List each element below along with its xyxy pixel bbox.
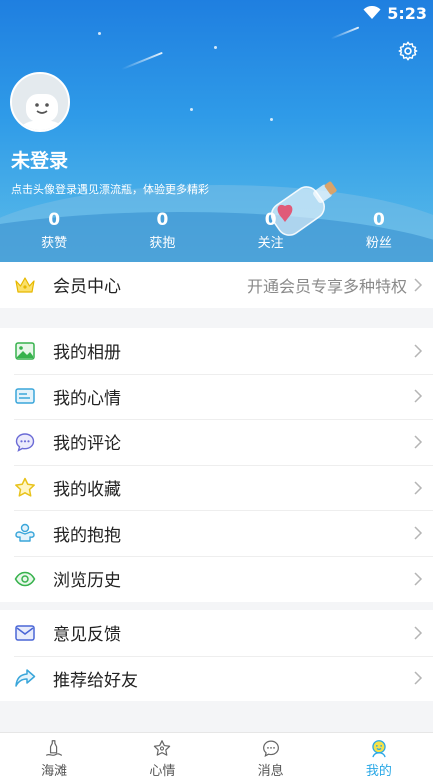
stat-label: 粉丝 bbox=[365, 236, 392, 251]
menu-item-feedback[interactable]: 意见反馈 bbox=[0, 610, 433, 656]
menu-group-personal: 我的相册 我的心情 我的评论 我的收藏 我的抱抱 浏览历史 bbox=[0, 328, 433, 602]
mail-icon bbox=[14, 622, 36, 644]
menu-item-favorites[interactable]: 我的收藏 bbox=[0, 464, 433, 511]
comment-bubble-icon bbox=[14, 431, 36, 453]
menu-item-label: 我的相册 bbox=[53, 343, 121, 364]
tab-mine[interactable]: 我的 bbox=[325, 733, 433, 779]
message-icon bbox=[262, 740, 279, 757]
chevron-right-icon bbox=[414, 344, 423, 358]
tab-label: 我的 bbox=[365, 764, 392, 779]
chevron-right-icon bbox=[414, 278, 423, 292]
stat-count: 0 bbox=[264, 210, 277, 230]
stat-label: 获抱 bbox=[149, 236, 176, 251]
menu-item-recommend[interactable]: 推荐给好友 bbox=[0, 655, 433, 702]
mood-star-icon bbox=[154, 740, 171, 756]
decor-star bbox=[98, 32, 101, 35]
tab-label: 消息 bbox=[257, 764, 284, 779]
eye-icon bbox=[14, 568, 36, 590]
menu-item-album[interactable]: 我的相册 bbox=[0, 328, 433, 374]
stat-following[interactable]: 0 关注 bbox=[217, 210, 325, 251]
chevron-right-icon bbox=[414, 572, 423, 586]
default-avatar-icon bbox=[12, 74, 68, 130]
mood-card-icon bbox=[14, 385, 36, 407]
stat-hugs[interactable]: 0 获抱 bbox=[108, 210, 216, 251]
profile-face-icon bbox=[372, 740, 386, 758]
stat-label: 关注 bbox=[257, 236, 284, 251]
photo-album-icon bbox=[14, 340, 36, 362]
chevron-right-icon bbox=[414, 481, 423, 495]
tab-label: 海滩 bbox=[41, 764, 68, 779]
tab-beach[interactable]: 海滩 bbox=[0, 733, 108, 779]
menu-group-support: 意见反馈 推荐给好友 bbox=[0, 610, 433, 702]
beach-bottle-icon bbox=[45, 740, 63, 757]
chevron-right-icon bbox=[414, 626, 423, 640]
menu-item-comments[interactable]: 我的评论 bbox=[0, 419, 433, 465]
stats-row: 0 获赞 0 获抱 0 关注 0 粉丝 bbox=[0, 210, 433, 251]
crown-icon bbox=[14, 274, 36, 296]
menu-item-mood[interactable]: 我的心情 bbox=[0, 373, 433, 420]
avatar[interactable] bbox=[10, 72, 70, 132]
menu-item-label: 推荐给好友 bbox=[53, 670, 138, 691]
decor-star bbox=[214, 46, 217, 49]
login-hint: 点击头像登录遇见漂流瓶，体验更多精彩 bbox=[11, 183, 209, 196]
stat-count: 0 bbox=[48, 210, 61, 230]
menu-item-label: 我的心情 bbox=[53, 388, 121, 409]
profile-header: 5:23 未登录 点击头像登录遇见漂流瓶，体验更多精彩 0 获赞 0 获抱 0 … bbox=[0, 0, 433, 262]
wifi-icon bbox=[363, 6, 381, 19]
nickname[interactable]: 未登录 bbox=[11, 146, 68, 173]
tab-mood[interactable]: 心情 bbox=[108, 733, 216, 779]
share-arrow-icon bbox=[14, 667, 36, 689]
menu-item-label: 我的抱抱 bbox=[53, 525, 121, 546]
menu-item-history[interactable]: 浏览历史 bbox=[0, 555, 433, 602]
bottom-tab-bar: 海滩 心情 消息 我的 bbox=[0, 732, 433, 779]
vip-label: 会员中心 bbox=[53, 277, 121, 298]
menu-item-label: 浏览历史 bbox=[53, 571, 121, 592]
decor-star bbox=[190, 108, 193, 111]
stat-followers[interactable]: 0 粉丝 bbox=[325, 210, 433, 251]
status-time: 5:23 bbox=[387, 3, 427, 23]
stat-count: 0 bbox=[156, 210, 169, 230]
hug-icon bbox=[14, 522, 36, 544]
star-icon bbox=[14, 477, 36, 499]
chevron-right-icon bbox=[414, 526, 423, 540]
decor-meteor bbox=[121, 51, 163, 71]
chevron-right-icon bbox=[414, 435, 423, 449]
gear-icon[interactable] bbox=[397, 40, 419, 62]
stat-likes[interactable]: 0 获赞 bbox=[0, 210, 108, 251]
chevron-right-icon bbox=[414, 671, 423, 685]
stat-label: 获赞 bbox=[41, 236, 68, 251]
tab-label: 心情 bbox=[149, 764, 176, 779]
status-bar: 5:23 bbox=[363, 2, 427, 24]
vip-promo: 开通会员专享多种特权 bbox=[246, 276, 407, 296]
decor-star bbox=[270, 118, 273, 121]
decor-meteor bbox=[330, 26, 360, 40]
chevron-right-icon bbox=[414, 389, 423, 403]
menu-item-label: 我的收藏 bbox=[53, 480, 121, 501]
menu-item-label: 我的评论 bbox=[53, 434, 121, 455]
stat-count: 0 bbox=[372, 210, 385, 230]
menu-item-hugs[interactable]: 我的抱抱 bbox=[0, 510, 433, 556]
tab-messages[interactable]: 消息 bbox=[217, 733, 325, 779]
vip-center-row[interactable]: 会员中心 开通会员专享多种特权 bbox=[0, 262, 433, 308]
menu-item-label: 意见反馈 bbox=[53, 625, 121, 646]
